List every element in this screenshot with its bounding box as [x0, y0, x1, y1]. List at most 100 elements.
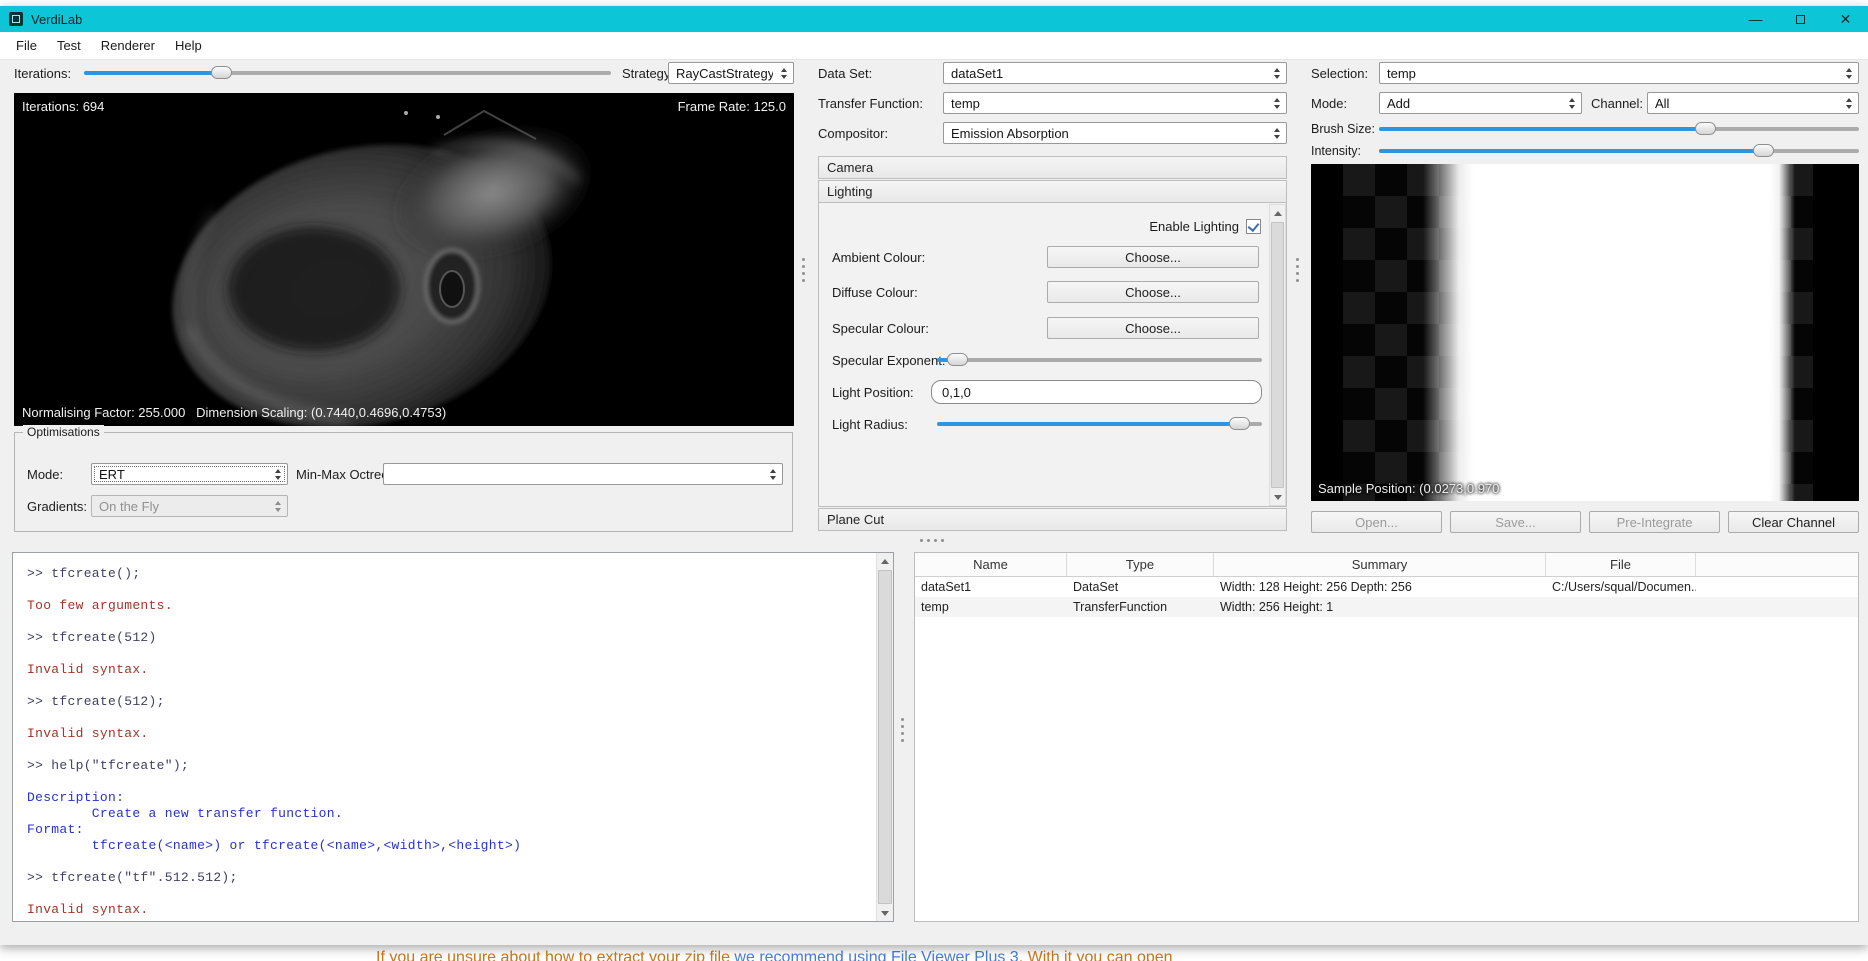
minimize-button[interactable]: — — [1733, 6, 1778, 32]
console-line: Description: — [27, 790, 867, 806]
brush-size-label: Brush Size: — [1311, 122, 1375, 136]
table-row[interactable]: temp TransferFunction Width: 256 Height:… — [915, 597, 1858, 617]
lighting-scrollbar[interactable] — [1269, 204, 1286, 506]
ambient-choose-button[interactable]: Choose... — [1047, 246, 1259, 268]
console-line — [27, 582, 867, 598]
spin-down-icon[interactable] — [275, 508, 281, 512]
column-header-summary[interactable]: Summary — [1214, 553, 1546, 576]
close-button[interactable]: ✕ — [1823, 6, 1868, 32]
spin-down-icon[interactable] — [1274, 105, 1280, 109]
intensity-slider[interactable] — [1379, 141, 1859, 161]
scrollbar-thumb[interactable] — [1271, 222, 1284, 488]
splitter-handle[interactable] — [802, 258, 805, 282]
edit-mode-combo[interactable]: Add — [1379, 92, 1582, 114]
slider-handle[interactable] — [211, 66, 232, 79]
transfer-function-canvas[interactable]: Sample Position: (0.0273,0.970 — [1311, 164, 1859, 501]
light-position-label: Light Position: — [832, 385, 914, 400]
edit-mode-label: Mode: — [1311, 96, 1347, 111]
slider-handle[interactable] — [1695, 122, 1716, 135]
spin-down-icon[interactable] — [1846, 75, 1852, 79]
specular-exponent-slider[interactable] — [937, 350, 1262, 370]
splitter-handle[interactable] — [1296, 258, 1299, 282]
title-bar[interactable]: VerdiLab — ✕ — [0, 6, 1868, 32]
console-scrollbar[interactable] — [876, 553, 893, 921]
strategy-combo[interactable]: RayCastStrategy — [668, 62, 794, 84]
console-panel[interactable]: >> tfcreate(); Too few arguments. >> tfc… — [12, 552, 894, 922]
scroll-down-button[interactable] — [1270, 489, 1285, 505]
spin-down-icon[interactable] — [275, 476, 281, 480]
slider-handle[interactable] — [947, 353, 968, 366]
enable-lighting-label: Enable Lighting — [1149, 219, 1239, 234]
octree-combo[interactable] — [383, 463, 783, 485]
spin-up-icon[interactable] — [770, 469, 776, 473]
menu-help[interactable]: Help — [165, 34, 212, 57]
dataset-combo[interactable]: dataSet1 — [943, 62, 1287, 84]
section-plane-cut[interactable]: Plane Cut — [818, 508, 1287, 531]
spin-down-icon[interactable] — [770, 476, 776, 480]
brush-size-slider[interactable] — [1379, 119, 1859, 139]
spin-down-icon[interactable] — [1569, 105, 1575, 109]
save-button[interactable]: Save... — [1450, 511, 1581, 533]
menu-file[interactable]: File — [6, 34, 47, 57]
maximize-button[interactable] — [1778, 6, 1823, 32]
spin-up-icon[interactable] — [1846, 68, 1852, 72]
slider-fill — [1379, 127, 1705, 131]
section-lighting[interactable]: Lighting — [818, 180, 1287, 203]
diffuse-choose-button[interactable]: Choose... — [1047, 281, 1259, 303]
splitter-handle[interactable] — [920, 539, 944, 542]
gradients-combo[interactable]: On the Fly — [91, 495, 288, 517]
slider-fill — [937, 422, 1239, 426]
console-line: >> help("tfcreate"); — [27, 758, 867, 774]
scroll-up-button[interactable] — [877, 553, 893, 569]
background-page-link[interactable]: we recommend using File Viewer Plus 3 — [734, 949, 1018, 961]
column-header-type[interactable]: Type — [1067, 553, 1214, 576]
section-camera[interactable]: Camera — [818, 156, 1287, 179]
opt-mode-combo[interactable]: ERT — [91, 463, 288, 485]
spin-up-icon[interactable] — [781, 68, 787, 72]
column-header-file[interactable]: File — [1546, 553, 1696, 576]
menu-renderer[interactable]: Renderer — [91, 34, 165, 57]
spin-up-icon[interactable] — [1274, 98, 1280, 102]
menu-bar: File Test Renderer Help — [0, 32, 1868, 60]
splitter-handle[interactable] — [901, 718, 904, 742]
enable-lighting-checkbox[interactable] — [1246, 219, 1261, 234]
open-button[interactable]: Open... — [1311, 511, 1442, 533]
spin-down-icon[interactable] — [781, 75, 787, 79]
column-header-name[interactable]: Name — [915, 553, 1067, 576]
scroll-up-icon — [1274, 211, 1282, 216]
pre-integrate-button[interactable]: Pre-Integrate — [1589, 511, 1720, 533]
slider-handle[interactable] — [1753, 144, 1774, 157]
channel-combo[interactable]: All — [1647, 92, 1859, 114]
background-page-text: If you are unsure about how to extract y… — [376, 949, 1173, 961]
light-position-input[interactable] — [931, 380, 1262, 404]
table-row[interactable]: dataSet1 DataSet Width: 128 Height: 256 … — [915, 577, 1858, 597]
light-radius-slider[interactable] — [937, 414, 1262, 434]
slider-handle[interactable] — [1229, 417, 1250, 430]
compositor-combo[interactable]: Emission Absorption — [943, 122, 1287, 144]
spin-down-icon[interactable] — [1274, 135, 1280, 139]
iterations-slider[interactable] — [84, 63, 611, 83]
spin-up-icon[interactable] — [1569, 98, 1575, 102]
spin-arrows — [776, 64, 792, 82]
clear-channel-button[interactable]: Clear Channel — [1728, 511, 1859, 533]
app-icon[interactable] — [9, 12, 23, 26]
scroll-down-button[interactable] — [877, 905, 893, 921]
console-line: Invalid syntax. — [27, 902, 867, 918]
optimisations-groupbox: Optimisations Mode: ERT Min-Max Octree: … — [14, 432, 793, 532]
scrollbar-thumb[interactable] — [878, 570, 892, 904]
window-title: VerdiLab — [31, 12, 82, 27]
scroll-up-button[interactable] — [1270, 205, 1285, 221]
spin-up-icon[interactable] — [275, 469, 281, 473]
spin-down-icon[interactable] — [1846, 105, 1852, 109]
spin-up-icon[interactable] — [1274, 128, 1280, 132]
selection-combo[interactable]: temp — [1379, 62, 1859, 84]
spin-up-icon[interactable] — [275, 501, 281, 505]
scroll-up-icon — [881, 559, 889, 564]
spin-up-icon[interactable] — [1846, 98, 1852, 102]
spin-up-icon[interactable] — [1274, 68, 1280, 72]
menu-test[interactable]: Test — [47, 34, 91, 57]
transfer-function-combo[interactable]: temp — [943, 92, 1287, 114]
specular-choose-button[interactable]: Choose... — [1047, 317, 1259, 339]
render-viewport[interactable]: Iterations: 694 Frame Rate: 125.0 Normal… — [14, 93, 794, 426]
spin-down-icon[interactable] — [1274, 75, 1280, 79]
